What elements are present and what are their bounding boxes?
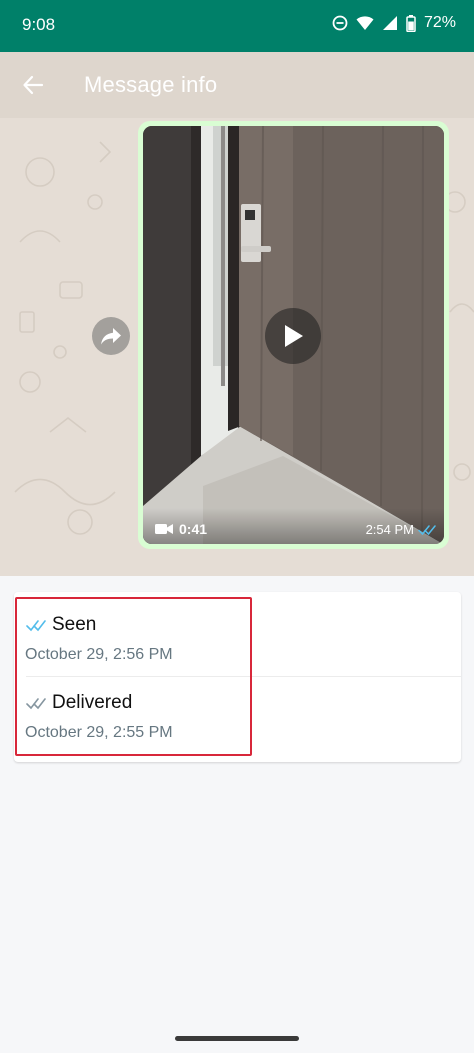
receipt-row-delivered: Delivered October 29, 2:55 PM (14, 680, 461, 758)
battery-icon (406, 14, 416, 32)
video-duration: 0:41 (155, 521, 207, 537)
header: Message info (0, 52, 474, 118)
home-gesture-bar[interactable] (175, 1036, 299, 1041)
chat-area: Message info 0:41 2:54 PM (0, 52, 474, 576)
forward-icon (101, 328, 121, 345)
page-title: Message info (84, 72, 218, 97)
status-icons: 72% (332, 14, 456, 32)
video-footer: 0:41 2:54 PM (143, 508, 444, 544)
status-time: 9:08 (22, 15, 56, 34)
wifi-icon (356, 15, 374, 31)
play-icon (285, 325, 303, 347)
message-time: 2:54 PM (365, 522, 414, 537)
message-timestamp: 2:54 PM (366, 522, 436, 537)
do-not-disturb-icon (332, 15, 348, 31)
back-button[interactable] (18, 70, 48, 100)
receipt-head-delivered: Delivered (26, 692, 132, 714)
receipt-date-seen: October 29, 2:56 PM (25, 646, 173, 663)
receipt-date-delivered: October 29, 2:55 PM (25, 724, 173, 741)
video-camera-icon (155, 524, 173, 534)
receipt-head-seen: Seen (26, 614, 96, 636)
battery-percent: 72% (423, 14, 456, 31)
read-ticks-icon (418, 524, 436, 535)
delivered-ticks-icon (26, 697, 46, 709)
forward-button[interactable] (92, 317, 130, 355)
receipt-label-seen: Seen (52, 614, 97, 635)
signal-icon (382, 15, 398, 31)
video-thumbnail[interactable]: 0:41 2:54 PM (143, 126, 444, 544)
arrow-left-icon (23, 75, 44, 95)
duration-text: 0:41 (179, 521, 208, 537)
receipt-label-delivered: Delivered (52, 692, 133, 713)
receipt-row-seen: Seen October 29, 2:56 PM (14, 602, 461, 680)
receipt-info-card: Seen October 29, 2:56 PM Delivered Octob… (14, 592, 461, 762)
seen-ticks-icon (26, 619, 46, 631)
receipt-divider (26, 676, 461, 677)
play-button[interactable] (265, 308, 321, 364)
status-bar: 9:08 72% (0, 0, 474, 52)
message-bubble[interactable]: 0:41 2:54 PM (138, 121, 449, 549)
